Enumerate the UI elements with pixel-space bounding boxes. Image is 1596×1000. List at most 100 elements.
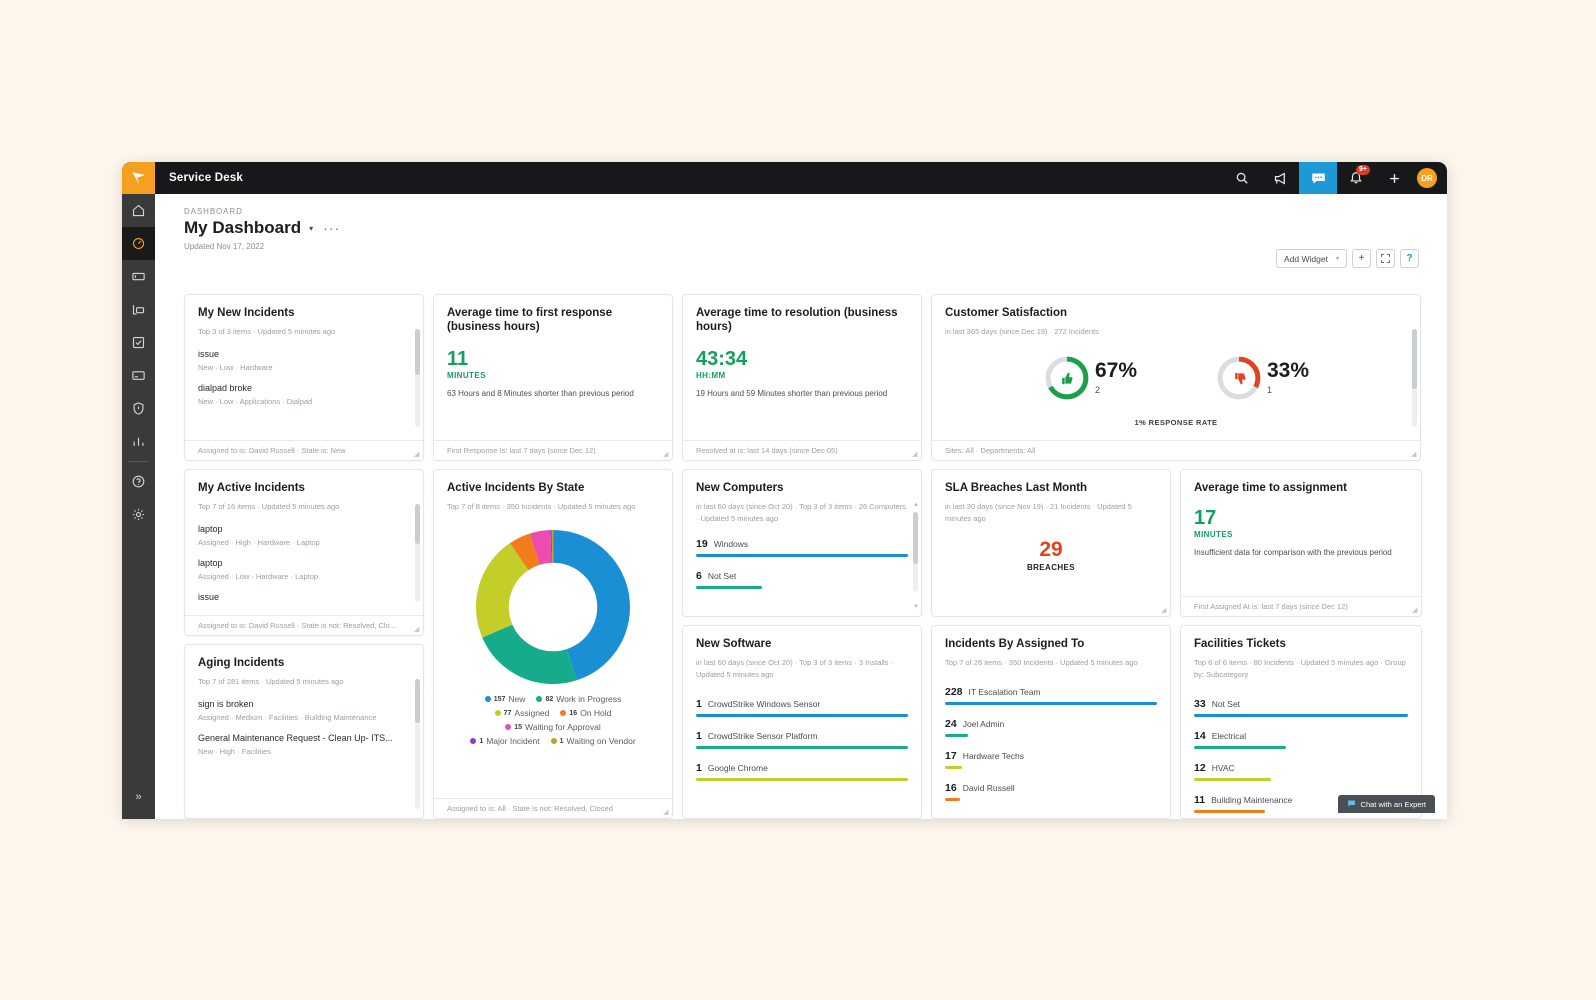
more-options-icon[interactable]: ··· — [323, 221, 340, 235]
bar-label: Electrical — [1211, 731, 1247, 741]
list-item[interactable]: dialpad broke New · Low · Applications ·… — [198, 383, 410, 406]
donut-chart[interactable] — [447, 527, 659, 687]
metric-unit: BREACHES — [1026, 563, 1076, 572]
widget-new-software[interactable]: New Software in last 60 days (since Oct … — [682, 625, 922, 819]
app-window: Service Desk 9+ DR » DASHBOARD My Dashbo… — [122, 162, 1447, 819]
sidebar-item-reports[interactable] — [122, 425, 155, 458]
sidebar-expand-icon[interactable]: » — [122, 780, 155, 813]
legend-color-dot — [536, 696, 543, 702]
add-widget-button[interactable]: Add Widget ▾ — [1276, 249, 1347, 268]
chevron-down-icon[interactable]: ▾ — [309, 224, 313, 233]
bar-item[interactable]: 19 Windows — [696, 538, 908, 557]
avatar[interactable]: DR — [1417, 168, 1437, 188]
widget-title: Incidents By Assigned To — [945, 638, 1085, 650]
bar-label: Windows — [713, 539, 749, 549]
legend-label: Waiting for Approval — [525, 722, 601, 732]
gauge-count: 2 — [1094, 385, 1100, 395]
scrollbar[interactable] — [415, 329, 420, 427]
scrollbar[interactable] — [415, 504, 420, 602]
list-item[interactable]: General Maintenance Request - Clean Up- … — [198, 733, 410, 756]
sidebar-item-tasks[interactable] — [122, 326, 155, 359]
legend-value: 15 — [514, 723, 523, 731]
widget-customer-satisfaction[interactable]: Customer Satisfaction in last 365 days (… — [931, 294, 1421, 461]
gauge-positive[interactable]: 67% 2 — [1043, 354, 1137, 402]
brand-logo[interactable] — [122, 162, 155, 194]
add-button[interactable]: + — [1352, 249, 1371, 268]
widget-footer: Assigned to is: David Russell · State is… — [185, 440, 423, 460]
scrollbar[interactable] — [1412, 329, 1417, 427]
sidebar-item-security[interactable] — [122, 392, 155, 425]
widget-incidents-by-assigned-to[interactable]: Incidents By Assigned To Top 7 of 26 ite… — [931, 625, 1171, 819]
widget-subtitle: in last 60 days (since Oct 20) · Top 3 o… — [696, 502, 906, 523]
legend-item[interactable]: 16 On Hold — [560, 708, 611, 718]
megaphone-icon[interactable] — [1261, 162, 1299, 194]
bar-item[interactable]: 228 IT Escalation Team — [945, 686, 1157, 705]
widget-my-new-incidents[interactable]: My New Incidents Top 3 of 3 items · Upda… — [184, 294, 424, 461]
bar-value: 16 — [945, 782, 957, 794]
list-item[interactable]: issue New · Low · Hardware — [198, 349, 410, 372]
sidebar-item-tickets[interactable] — [122, 260, 155, 293]
list-item[interactable]: issue — [198, 592, 410, 602]
widget-avg-assignment[interactable]: Average time to assignment 17 MINUTES In… — [1180, 469, 1422, 617]
search-icon[interactable] — [1223, 162, 1261, 194]
sidebar-item-home[interactable] — [122, 194, 155, 227]
legend-item[interactable]: 157 New — [484, 694, 525, 704]
sidebar-item-dashboard[interactable] — [122, 227, 155, 260]
sidebar-item-purchasing[interactable] — [122, 359, 155, 392]
list-item-title: issue — [198, 349, 220, 359]
scrollbar[interactable] — [415, 679, 420, 809]
bar-value: 228 — [945, 686, 963, 698]
scroll-down-arrow[interactable]: ▼ — [913, 604, 919, 610]
help-button[interactable]: ? — [1400, 249, 1419, 268]
sidebar-item-assets[interactable] — [122, 293, 155, 326]
widget-title: Average time to resolution (business hou… — [696, 307, 898, 333]
legend-value: 1 — [559, 737, 564, 745]
bar-item[interactable]: 1 CrowdStrike Sensor Platform — [696, 730, 908, 749]
widget-subtitle: in last 365 days (since Dec 19) · 272 In… — [945, 327, 1099, 336]
bar-item[interactable]: 6 Not Set — [696, 570, 908, 589]
legend-item[interactable]: 15 Waiting for Approval — [505, 722, 601, 732]
legend-item[interactable]: 1 Major Incident — [470, 736, 540, 746]
bar-item[interactable]: 14 Electrical — [1194, 730, 1408, 749]
legend-item[interactable]: 82 Work in Progress — [536, 694, 621, 704]
widget-avg-first-response[interactable]: Average time to first response (business… — [433, 294, 673, 461]
widget-aging-incidents[interactable]: Aging Incidents Top 7 of 281 items · Upd… — [184, 644, 424, 819]
widget-sla-breaches[interactable]: SLA Breaches Last Month in last 30 days … — [931, 469, 1171, 617]
chat-icon[interactable] — [1299, 162, 1337, 194]
chat-with-expert-button[interactable]: Chat with an Expert — [1337, 795, 1435, 813]
list-item[interactable]: laptop Assigned · High · Hardware · Lapt… — [198, 524, 410, 547]
widget-my-active-incidents[interactable]: My Active Incidents Top 7 of 16 items · … — [184, 469, 424, 636]
bar-item[interactable]: 24 Joel Admin — [945, 718, 1157, 737]
bar-item[interactable]: 1 Google Chrome — [696, 762, 908, 781]
sidebar-item-help[interactable] — [122, 465, 155, 498]
bar-item[interactable]: 33 Not Set — [1194, 698, 1408, 717]
gauge-negative[interactable]: 33% 1 — [1215, 354, 1309, 402]
scroll-up-arrow[interactable]: ▲ — [913, 502, 919, 508]
legend-item[interactable]: 77 Assigned — [494, 708, 549, 718]
bar-item[interactable]: 16 David Russell — [945, 782, 1157, 801]
metric-note: 63 Hours and 8 Minutes shorter than prev… — [447, 389, 634, 398]
sidebar-item-settings[interactable] — [122, 498, 155, 531]
list-item[interactable]: sign is broken Assigned · Medium · Facil… — [198, 699, 410, 722]
fullscreen-button[interactable] — [1376, 249, 1395, 268]
bell-icon[interactable]: 9+ — [1337, 162, 1375, 194]
add-icon[interactable] — [1375, 162, 1413, 194]
list-item-meta: Assigned · Low · Hardware · Laptop — [198, 572, 319, 581]
widget-active-incidents-by-state[interactable]: Active Incidents By State Top 7 of 8 ite… — [433, 469, 673, 819]
bar-item[interactable]: 1 CrowdStrike Windows Sensor — [696, 698, 908, 717]
legend-row: 15 Waiting for Approval — [446, 722, 660, 732]
widget-new-computers[interactable]: New Computers in last 60 days (since Oct… — [682, 469, 922, 617]
widget-avg-resolution[interactable]: Average time to resolution (business hou… — [682, 294, 922, 461]
widget-footer: Assigned to is: All · State is not: Reso… — [434, 798, 672, 818]
legend-item[interactable]: 1 Waiting on Vendor — [550, 736, 636, 746]
page-title: My Dashboard — [184, 218, 302, 237]
widget-facilities-tickets[interactable]: Facilities Tickets Top 6 of 6 items · 80… — [1180, 625, 1422, 819]
list-item-title: laptop — [198, 524, 223, 534]
scrollbar[interactable] — [913, 512, 918, 592]
breadcrumb[interactable]: DASHBOARD — [184, 207, 1447, 216]
bar-label: Building Maintenance — [1211, 795, 1293, 805]
widget-title: My New Incidents — [198, 307, 295, 319]
bar-item[interactable]: 12 HVAC — [1194, 762, 1408, 781]
bar-item[interactable]: 17 Hardware Techs — [945, 750, 1157, 769]
list-item[interactable]: laptop Assigned · Low · Hardware · Lapto… — [198, 558, 410, 581]
